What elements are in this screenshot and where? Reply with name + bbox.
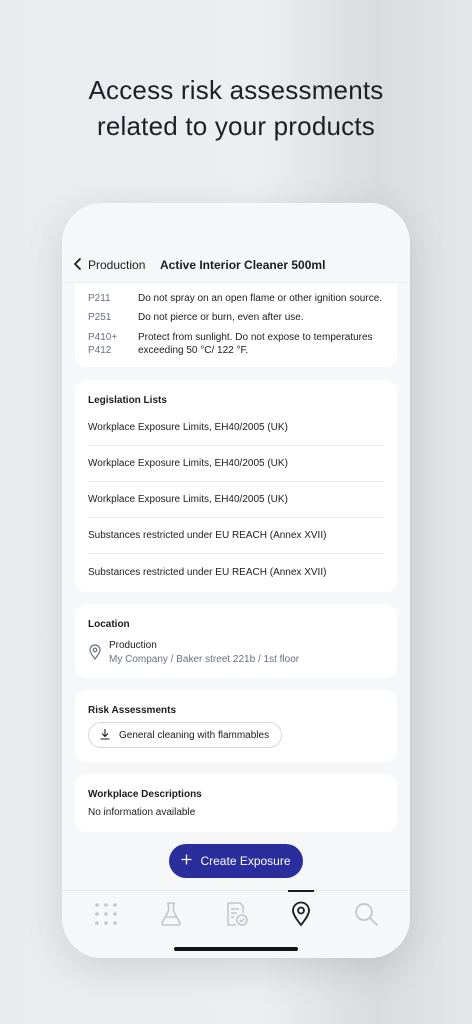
chevron-left-icon [72,257,84,274]
legislation-item[interactable]: Substances restricted under EU REACH (An… [88,554,384,590]
back-label: Production [88,258,146,272]
legislation-item[interactable]: Workplace Exposure Limits, EH40/2005 (UK… [88,410,384,446]
precaution-text: Do not spray on an open flame or other i… [138,293,383,304]
legislation-item[interactable]: Substances restricted under EU REACH (An… [88,518,384,554]
top-navigation-bar: Production Active Interior Cleaner 500ml [62,203,410,283]
legislation-item-label: Workplace Exposure Limits, EH40/2005 (UK… [88,422,288,433]
location-card: Location Production My Company / Baker s… [75,604,397,678]
bottom-tab-bar [62,890,410,958]
tab-search[interactable] [353,901,379,927]
legislation-item-label: Substances restricted under EU REACH (An… [88,530,327,541]
tab-overview[interactable] [93,901,119,927]
tab-products[interactable] [158,901,184,927]
phone-frame: P211 Do not spray on an open flame or ot… [62,203,410,958]
flask-icon [158,902,184,931]
create-exposure-button[interactable]: Create Exposure [169,844,303,878]
active-tab-indicator [288,890,314,892]
legislation-card: Legislation Lists Workplace Exposure Lim… [75,380,397,592]
workplace-descriptions-card: Workplace Descriptions No information av… [75,774,397,832]
search-icon [353,903,379,931]
headline: Access risk assessments related to your … [0,72,472,144]
precaution-text: Protect from sunlight. Do not expose to … [138,332,373,356]
tab-assessments[interactable] [223,901,249,927]
location-title: Location [88,619,130,630]
location-pin-icon [88,644,102,660]
precaution-text: Do not pierce or burn, even after use. [138,312,304,323]
risk-assessments-card: Risk Assessments General cleaning with f… [75,690,397,762]
document-check-icon [223,902,249,931]
tab-locations[interactable] [288,890,314,927]
location-path: My Company / Baker street 221b / 1st flo… [109,654,300,665]
back-button[interactable]: Production [72,255,145,275]
grid-icon [93,903,119,931]
precaution-code: P410+ [88,332,118,343]
headline-line-1: Access risk assessments [88,75,384,105]
precaution-code: P251 [88,312,112,323]
legislation-item[interactable]: Workplace Exposure Limits, EH40/2005 (UK… [88,482,384,518]
precaution-code: P211 [88,293,111,304]
create-exposure-label: Create Exposure [200,854,291,868]
precaution-code: P412 [88,345,112,356]
legislation-item-label: Workplace Exposure Limits, EH40/2005 (UK… [88,494,288,505]
risk-assessment-download-chip[interactable]: General cleaning with flammables [88,722,283,748]
legislation-item[interactable]: Workplace Exposure Limits, EH40/2005 (UK… [88,446,384,482]
legislation-item-label: Workplace Exposure Limits, EH40/2005 (UK… [88,458,288,469]
location-pin-icon [288,901,314,931]
page-title: Active Interior Cleaner 500ml [160,258,326,272]
download-icon [99,728,111,743]
plus-icon [181,854,192,868]
workplace-descriptions-empty: No information available [88,807,196,818]
headline-line-2: related to your products [97,111,375,141]
legislation-title: Legislation Lists [88,395,167,406]
legislation-item-label: Substances restricted under EU REACH (An… [88,566,327,578]
location-name: Production [109,640,157,651]
risk-assessment-label: General cleaning with flammables [119,729,270,741]
workplace-descriptions-title: Workplace Descriptions [88,789,202,800]
risk-assessments-title: Risk Assessments [88,705,177,716]
home-indicator [174,947,298,951]
